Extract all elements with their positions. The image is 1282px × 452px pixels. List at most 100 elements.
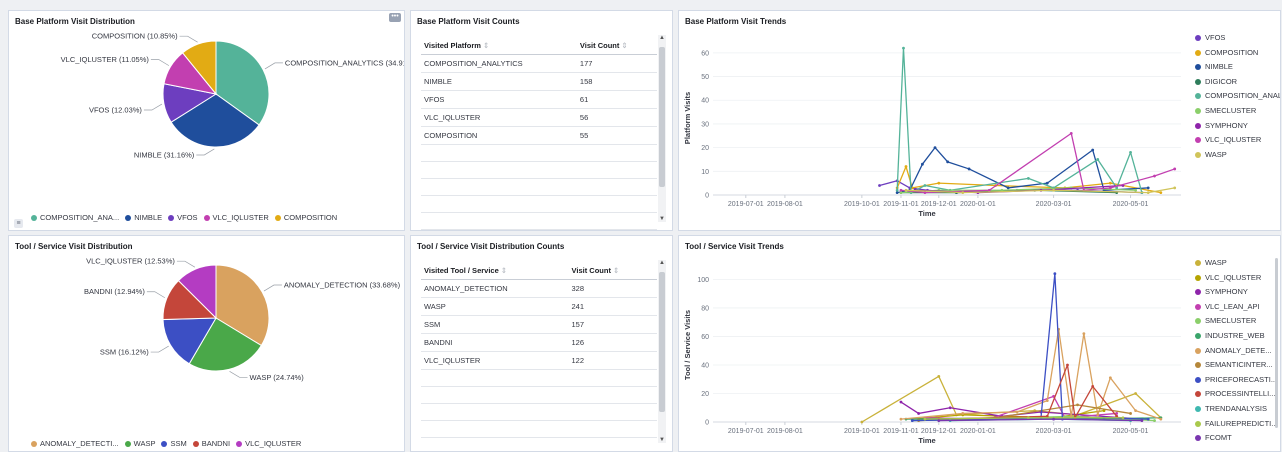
- x-tick-label: 2020-05-01: [1113, 201, 1149, 208]
- platform-counts-panel: Base Platform Visit Counts Visited Platf…: [410, 10, 673, 231]
- legend-item-priceforecasti[interactable]: PRICEFORECASTI...: [1195, 375, 1278, 390]
- legend-item[interactable]: SSM: [161, 439, 187, 448]
- legend-item[interactable]: VLC_IQLUSTER: [236, 439, 301, 448]
- platform-distribution-panel: Base Platform Visit Distribution ••• COM…: [8, 10, 405, 231]
- table-scrollbar[interactable]: ▲ ▼: [658, 260, 666, 443]
- legend-item-industre-web[interactable]: INDUSTRE_WEB: [1195, 331, 1278, 346]
- legend-item-vlc-lean-api[interactable]: VLC_LEAN_API: [1195, 302, 1278, 317]
- pie-slice-label: WASP (24.74%): [250, 373, 305, 382]
- legend-item[interactable]: WASP: [124, 439, 155, 448]
- table-row: VLC_IQLUSTER 56: [421, 108, 657, 127]
- column-header-platform[interactable]: Visited Platform ⇕: [421, 37, 577, 55]
- y-tick-label: 20: [701, 145, 709, 152]
- panel-title: Base Platform Visit Counts: [417, 17, 520, 26]
- legend-label: SYMPHONY: [1205, 287, 1248, 297]
- legend-item-smecluster[interactable]: SMECLUSTER: [1195, 106, 1280, 121]
- legend-dot-icon: [1195, 64, 1201, 71]
- legend-label: INDUSTRE_WEB: [1205, 330, 1265, 340]
- x-tick-label: 2020-03-01: [1036, 428, 1072, 435]
- legend-dot-icon: [1195, 122, 1201, 129]
- legend-label: WASP: [1205, 258, 1227, 267]
- data-point: [1091, 384, 1095, 388]
- legend-item-wasp[interactable]: WASP: [1195, 150, 1280, 165]
- tool-pie-legend: ANOMALY_DETECTI... WASP SSM BANDNI VLC_IQLUS…: [31, 439, 307, 448]
- legend-item[interactable]: ANOMALY_DETECTI...: [31, 439, 119, 448]
- legend-item-trendanalysis[interactable]: TRENDANALYSIS: [1195, 404, 1278, 419]
- legend-item[interactable]: BANDNI: [192, 439, 230, 448]
- legend-dot-icon: [1195, 137, 1201, 144]
- scroll-down-icon[interactable]: ▼: [658, 437, 666, 443]
- column-header-count[interactable]: Visit Count ⇕: [576, 37, 657, 55]
- legend-label: PROCESSINTELLI...: [1205, 389, 1276, 399]
- data-point: [1053, 272, 1057, 276]
- data-point: [1134, 409, 1137, 412]
- legend-item-smecluster[interactable]: SMECLUSTER: [1195, 316, 1278, 331]
- pie-leader-line: [263, 284, 282, 292]
- legend-item-composition-analytics[interactable]: COMPOSITION_ANALYTICS: [1195, 91, 1280, 106]
- legend-item-failurepredicti[interactable]: FAILUREPREDICTI...: [1195, 419, 1278, 434]
- column-header-tool[interactable]: Visited Tool / Service ⇕: [421, 262, 569, 280]
- list-icon[interactable]: ≡: [14, 219, 23, 228]
- table-cell-name: [421, 178, 577, 196]
- legend-item-vlc-iqluster[interactable]: VLC_IQLUSTER: [1195, 273, 1278, 288]
- legend-item-composition[interactable]: COMPOSITION: [1195, 48, 1280, 63]
- table-cell-count: [576, 144, 657, 162]
- legend-item-symphony[interactable]: SYMPHONY: [1195, 287, 1278, 302]
- legend-item-digicor[interactable]: DIGICOR: [1195, 77, 1280, 92]
- pie-slice-label: COMPOSITION_ANALYTICS (34.91%): [285, 58, 405, 67]
- table-cell-count: 241: [568, 297, 657, 316]
- data-point: [1146, 417, 1150, 421]
- legend-item-wasp[interactable]: WASP: [1195, 258, 1278, 273]
- legend-item-processintelli[interactable]: PROCESSINTELLI...: [1195, 389, 1278, 404]
- data-point: [1091, 148, 1095, 152]
- legend-item-anomaly-dete[interactable]: ANOMALY_DETE...: [1195, 346, 1278, 361]
- data-point: [937, 374, 941, 378]
- legend-item[interactable]: COMPOSITION: [274, 213, 337, 222]
- legend-item-semanticinter[interactable]: SEMANTICINTER...: [1195, 360, 1278, 375]
- legend-item-vfos[interactable]: VFOS: [1195, 33, 1280, 48]
- tool-pie-chart: ANOMALY_DETECTION (33.68%) WASP (24.74%) S…: [84, 257, 401, 382]
- table-cell-name: [421, 437, 569, 451]
- table-row: [421, 369, 657, 387]
- platform-trends-chart: 0 10 20 30 40 50 60 2019-07-01 2019-08-01 2019-10…: [683, 46, 1181, 218]
- scroll-down-icon[interactable]: ▼: [658, 216, 666, 222]
- scroll-thumb[interactable]: [659, 47, 665, 187]
- legend-item[interactable]: NIMBLE: [125, 213, 162, 222]
- data-point: [1052, 188, 1055, 192]
- data-point: [923, 184, 927, 187]
- scroll-thumb[interactable]: [659, 272, 665, 412]
- scroll-up-icon[interactable]: ▲: [658, 35, 666, 41]
- x-tick-label: 2019-08-01: [767, 428, 803, 435]
- legend-dot-icon: [31, 441, 37, 448]
- legend-dot-icon: [1195, 107, 1201, 114]
- data-point: [1173, 186, 1177, 190]
- table-cell-count: [576, 212, 657, 230]
- data-point: [1076, 403, 1079, 407]
- legend-item[interactable]: VFOS: [168, 213, 198, 222]
- table-cell-name: [421, 420, 569, 438]
- table-row: BANDNI 126: [421, 333, 657, 352]
- legend-item-fcomt[interactable]: FCOMT: [1195, 433, 1278, 448]
- table-cell-name: VLC_IQLUSTER: [421, 351, 569, 370]
- scroll-up-icon[interactable]: ▲: [658, 260, 666, 266]
- legend-dot-icon: [274, 215, 281, 222]
- legend-item[interactable]: COMPOSITION_ANA...: [31, 213, 119, 222]
- tool-trends-panel: Tool / Service Visit Trends 0 20 40 60 80 100…: [678, 235, 1281, 452]
- legend-label: SYMPHONY: [1205, 120, 1248, 130]
- column-header-count[interactable]: Visit Count ⇕: [568, 262, 657, 280]
- legend-label: PRICEFORECASTI...: [1205, 374, 1278, 384]
- y-tick-label: 20: [701, 391, 709, 398]
- data-point: [899, 417, 903, 421]
- legend-item-nimble[interactable]: NIMBLE: [1195, 62, 1280, 77]
- legend-item[interactable]: VLC_IQLUSTER: [203, 213, 269, 222]
- legend-item-symphony[interactable]: SYMPHONY: [1195, 120, 1280, 136]
- table-cell-count: 56: [576, 108, 657, 127]
- table-scrollbar[interactable]: ▲ ▼: [658, 35, 666, 222]
- x-tick-label: 2019-07-01: [728, 201, 764, 208]
- data-point: [902, 46, 905, 50]
- table-cell-count: 158: [576, 72, 657, 91]
- legend-item-vlc-iqluster[interactable]: VLC_IQLUSTER: [1195, 135, 1280, 150]
- table-cell-name: [421, 386, 569, 404]
- legend-scrollbar[interactable]: [1275, 258, 1278, 428]
- pie-slice-label: ANOMALY_DETECTION (33.68%): [284, 281, 401, 290]
